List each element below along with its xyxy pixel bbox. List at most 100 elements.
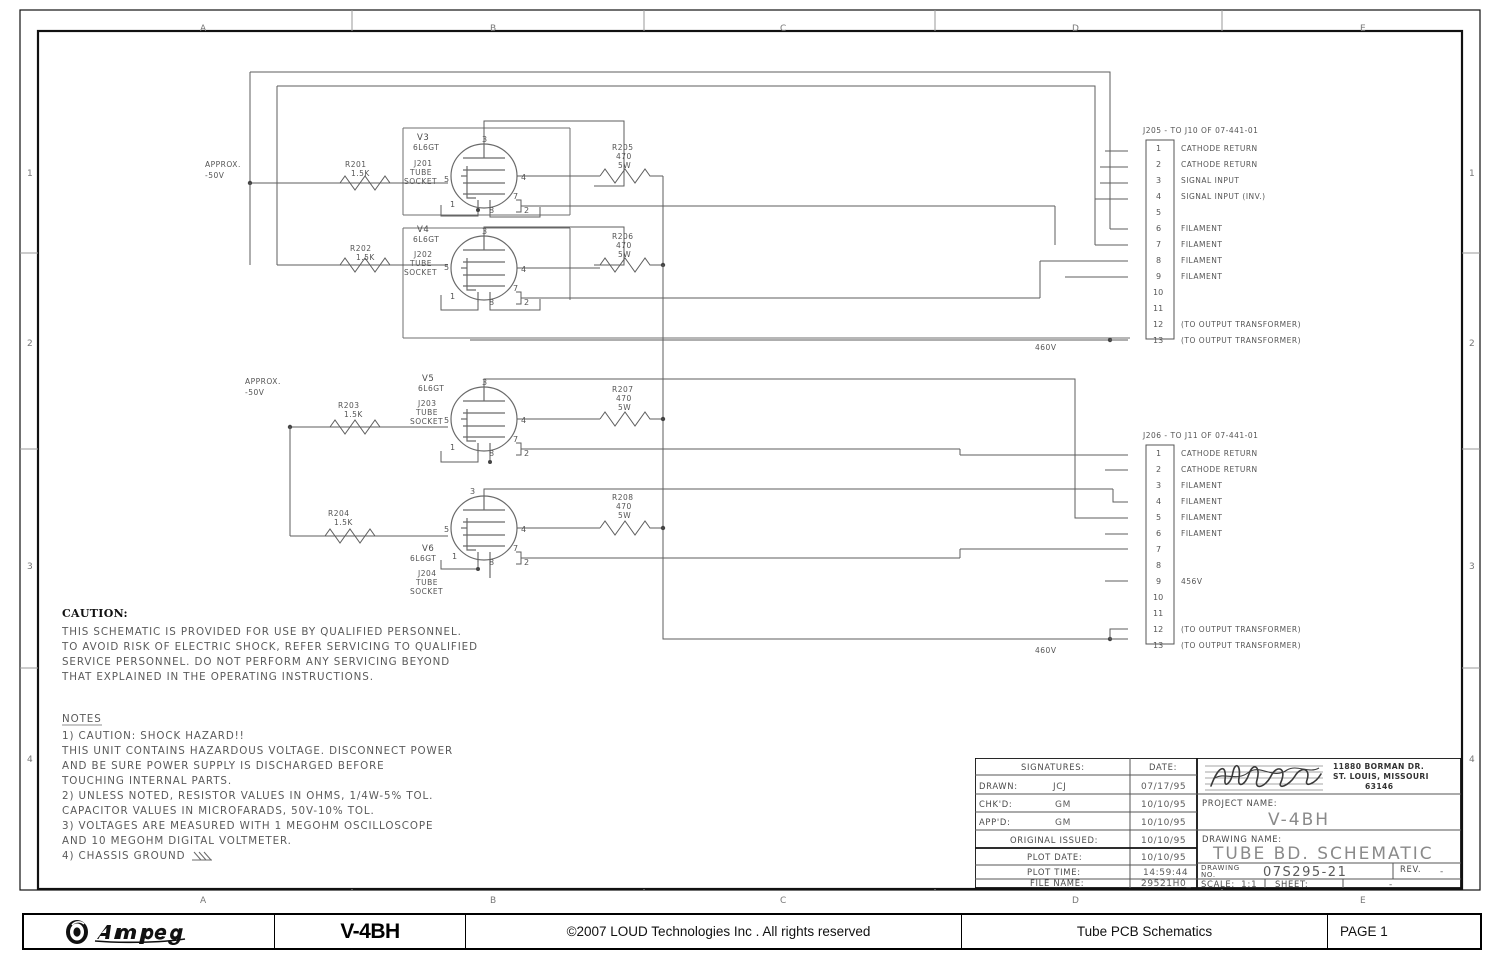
notes-heading: NOTES bbox=[62, 713, 102, 725]
bias-label-top: APPROX. -50V bbox=[205, 160, 241, 180]
net-label-460v-bottom: 460V bbox=[1035, 646, 1057, 655]
r207-ref: R207 bbox=[612, 385, 634, 394]
v3-type: 6L6GT bbox=[413, 143, 439, 152]
j205-pin-num: 10 bbox=[1153, 288, 1163, 297]
j206-pin-label: (TO OUTPUT TRANSFORMER) bbox=[1181, 641, 1301, 650]
project-name-label: PROJECT NAME: bbox=[1202, 798, 1277, 808]
r205-value: 470 bbox=[616, 152, 632, 161]
v5-pin-7: 7 bbox=[513, 435, 518, 444]
v5-pin-1: 1 bbox=[450, 443, 455, 452]
v5-pin-3: 3 bbox=[482, 378, 487, 387]
footer-doc-title: Tube PCB Schematics bbox=[962, 915, 1328, 948]
r203-ref: R203 bbox=[338, 401, 360, 410]
notes-line: 1) CAUTION: SHOCK HAZARD!! bbox=[62, 730, 245, 742]
resistor-r206: R206 470 5W bbox=[599, 232, 663, 273]
chkd-date: 10/10/95 bbox=[1141, 800, 1186, 810]
file-name-label: FILE NAME: bbox=[1030, 878, 1084, 888]
tube-v6 bbox=[450, 495, 518, 578]
net-label-460v-top: 460V bbox=[1035, 343, 1057, 352]
v3-ref: V3 bbox=[417, 133, 429, 143]
caution-line: THAT EXPLAINED IN THE OPERATING INSTRUCT… bbox=[62, 671, 374, 683]
r208-ref: R208 bbox=[612, 493, 634, 502]
r206-value: 470 bbox=[616, 241, 632, 250]
j206-pin-num: 7 bbox=[1156, 545, 1161, 554]
v4-ref: V4 bbox=[417, 225, 429, 235]
v6-pin-8: 8 bbox=[489, 558, 494, 567]
j206-pin-label: 456V bbox=[1181, 577, 1203, 586]
bias-label-bottom: APPROX. -50V bbox=[245, 377, 280, 397]
company-address-line: 63146 bbox=[1365, 782, 1393, 791]
j205-pin-label: FILAMENT bbox=[1181, 224, 1222, 233]
footer-model-text: V-4BH bbox=[340, 919, 400, 943]
footer-copyright-text: ©2007 LOUD Technologies Inc . All rights… bbox=[566, 924, 871, 939]
bias-bot-l2: -50V bbox=[245, 388, 265, 397]
v4-pin-8: 8 bbox=[489, 298, 494, 307]
bias-top-l2: -50V bbox=[205, 171, 225, 180]
appd-label: APP'D: bbox=[979, 817, 1011, 827]
j206-pin-label: FILAMENT bbox=[1181, 513, 1222, 522]
tube-v3 bbox=[450, 143, 518, 210]
notes-line: AND 10 MEGOHM DIGITAL VOLTMETER. bbox=[62, 835, 292, 847]
file-name-value: 29521H0_ bbox=[1141, 879, 1191, 889]
company-signature-logo bbox=[1205, 765, 1323, 791]
j206-pin-label: CATHODE RETURN bbox=[1181, 465, 1258, 474]
v6-pin-5: 5 bbox=[444, 525, 449, 534]
footer-bar: V-4BH ©2007 LOUD Technologies Inc . All … bbox=[22, 913, 1482, 950]
title-block: SIGNATURES: DATE: DRAWN: JCJ 07/17/95 CH… bbox=[975, 758, 1462, 889]
v6-pin-2: 2 bbox=[524, 558, 529, 567]
notes-line: 3) VOLTAGES ARE MEASURED WITH 1 MEGOHM O… bbox=[62, 820, 433, 832]
company-address-line: 11880 BORMAN DR. bbox=[1333, 762, 1424, 771]
j206-pin-num: 2 bbox=[1156, 465, 1161, 474]
notes-line: TOUCHING INTERNAL PARTS. bbox=[62, 775, 232, 787]
resistor-r208: R208 470 5W bbox=[599, 493, 663, 536]
v3-pin-4: 4 bbox=[521, 173, 526, 182]
j206-pin-num: 4 bbox=[1156, 497, 1161, 506]
j206-pin-label: FILAMENT bbox=[1181, 529, 1222, 538]
signatures-header: SIGNATURES: bbox=[1021, 762, 1085, 772]
r208-value: 470 bbox=[616, 502, 632, 511]
drawing-no-label2: NO. bbox=[1201, 871, 1216, 879]
v4-pin-4: 4 bbox=[521, 265, 526, 274]
v6-pin-1: 1 bbox=[452, 552, 457, 561]
j205-pin-num: 8 bbox=[1156, 256, 1161, 265]
footer-model: V-4BH bbox=[275, 915, 466, 948]
r208-power: 5W bbox=[618, 511, 631, 520]
j205-pin-num: 7 bbox=[1156, 240, 1161, 249]
j205-pin-num: 9 bbox=[1156, 272, 1161, 281]
v5-ref: V5 bbox=[422, 374, 434, 384]
v5-type: 6L6GT bbox=[418, 384, 444, 393]
notes-line: 4) CHASSIS GROUND bbox=[62, 850, 185, 862]
v3-pin-2: 2 bbox=[524, 206, 529, 215]
plot-date-label: PLOT DATE: bbox=[1027, 852, 1082, 862]
j205-pin-label: (TO OUTPUT TRANSFORMER) bbox=[1181, 336, 1301, 345]
v4-pin-3: 3 bbox=[482, 227, 487, 236]
v6-type: 6L6GT bbox=[410, 554, 436, 563]
v5-socket-l2: SOCKET bbox=[410, 417, 443, 426]
connector-j206: J206 - TO J11 OF 07-441-01 1 CATHODE RET… bbox=[1138, 429, 1478, 654]
bias-top-l1: APPROX. bbox=[205, 160, 241, 169]
j205-pin-num: 11 bbox=[1153, 304, 1163, 313]
v4-pin-5: 5 bbox=[444, 263, 449, 272]
j205-pin-rows: 1 CATHODE RETURN 2 CATHODE RETURN 3 SIGN… bbox=[1153, 144, 1301, 345]
j206-pin-label: FILAMENT bbox=[1181, 497, 1222, 506]
drawing-no-value: 07S295-21 bbox=[1263, 865, 1347, 880]
v3-socket-l2: SOCKET bbox=[404, 177, 437, 186]
drawn-label: DRAWN: bbox=[979, 781, 1018, 791]
plot-date-value: 10/10/95 bbox=[1141, 853, 1186, 863]
j205-pin-num: 5 bbox=[1156, 208, 1161, 217]
v5-pin-2: 2 bbox=[524, 449, 529, 458]
caution-heading: CAUTION: bbox=[62, 607, 128, 620]
notes-line: THIS UNIT CONTAINS HAZARDOUS VOLTAGE. DI… bbox=[62, 745, 453, 757]
sheet-value: - bbox=[1389, 880, 1393, 889]
j206-pin-rows: 1 CATHODE RETURN 2 CATHODE RETURN 3 FILA… bbox=[1153, 449, 1301, 650]
j206-pin-label: (TO OUTPUT TRANSFORMER) bbox=[1181, 625, 1301, 634]
v4-pin-1: 1 bbox=[450, 292, 455, 301]
appd-value: GM bbox=[1055, 818, 1071, 828]
j206-title: J206 - TO J11 OF 07-441-01 bbox=[1142, 431, 1258, 440]
v3-pin-7: 7 bbox=[513, 192, 518, 201]
company-address-line: ST. LOUIS, MISSOURI bbox=[1333, 772, 1429, 781]
sheet-label: SHEET: bbox=[1275, 879, 1308, 889]
resistor-r205: R205 470 5W bbox=[599, 143, 663, 184]
chkd-label: CHK'D: bbox=[979, 799, 1012, 809]
r201-value: 1.5K bbox=[351, 169, 370, 178]
